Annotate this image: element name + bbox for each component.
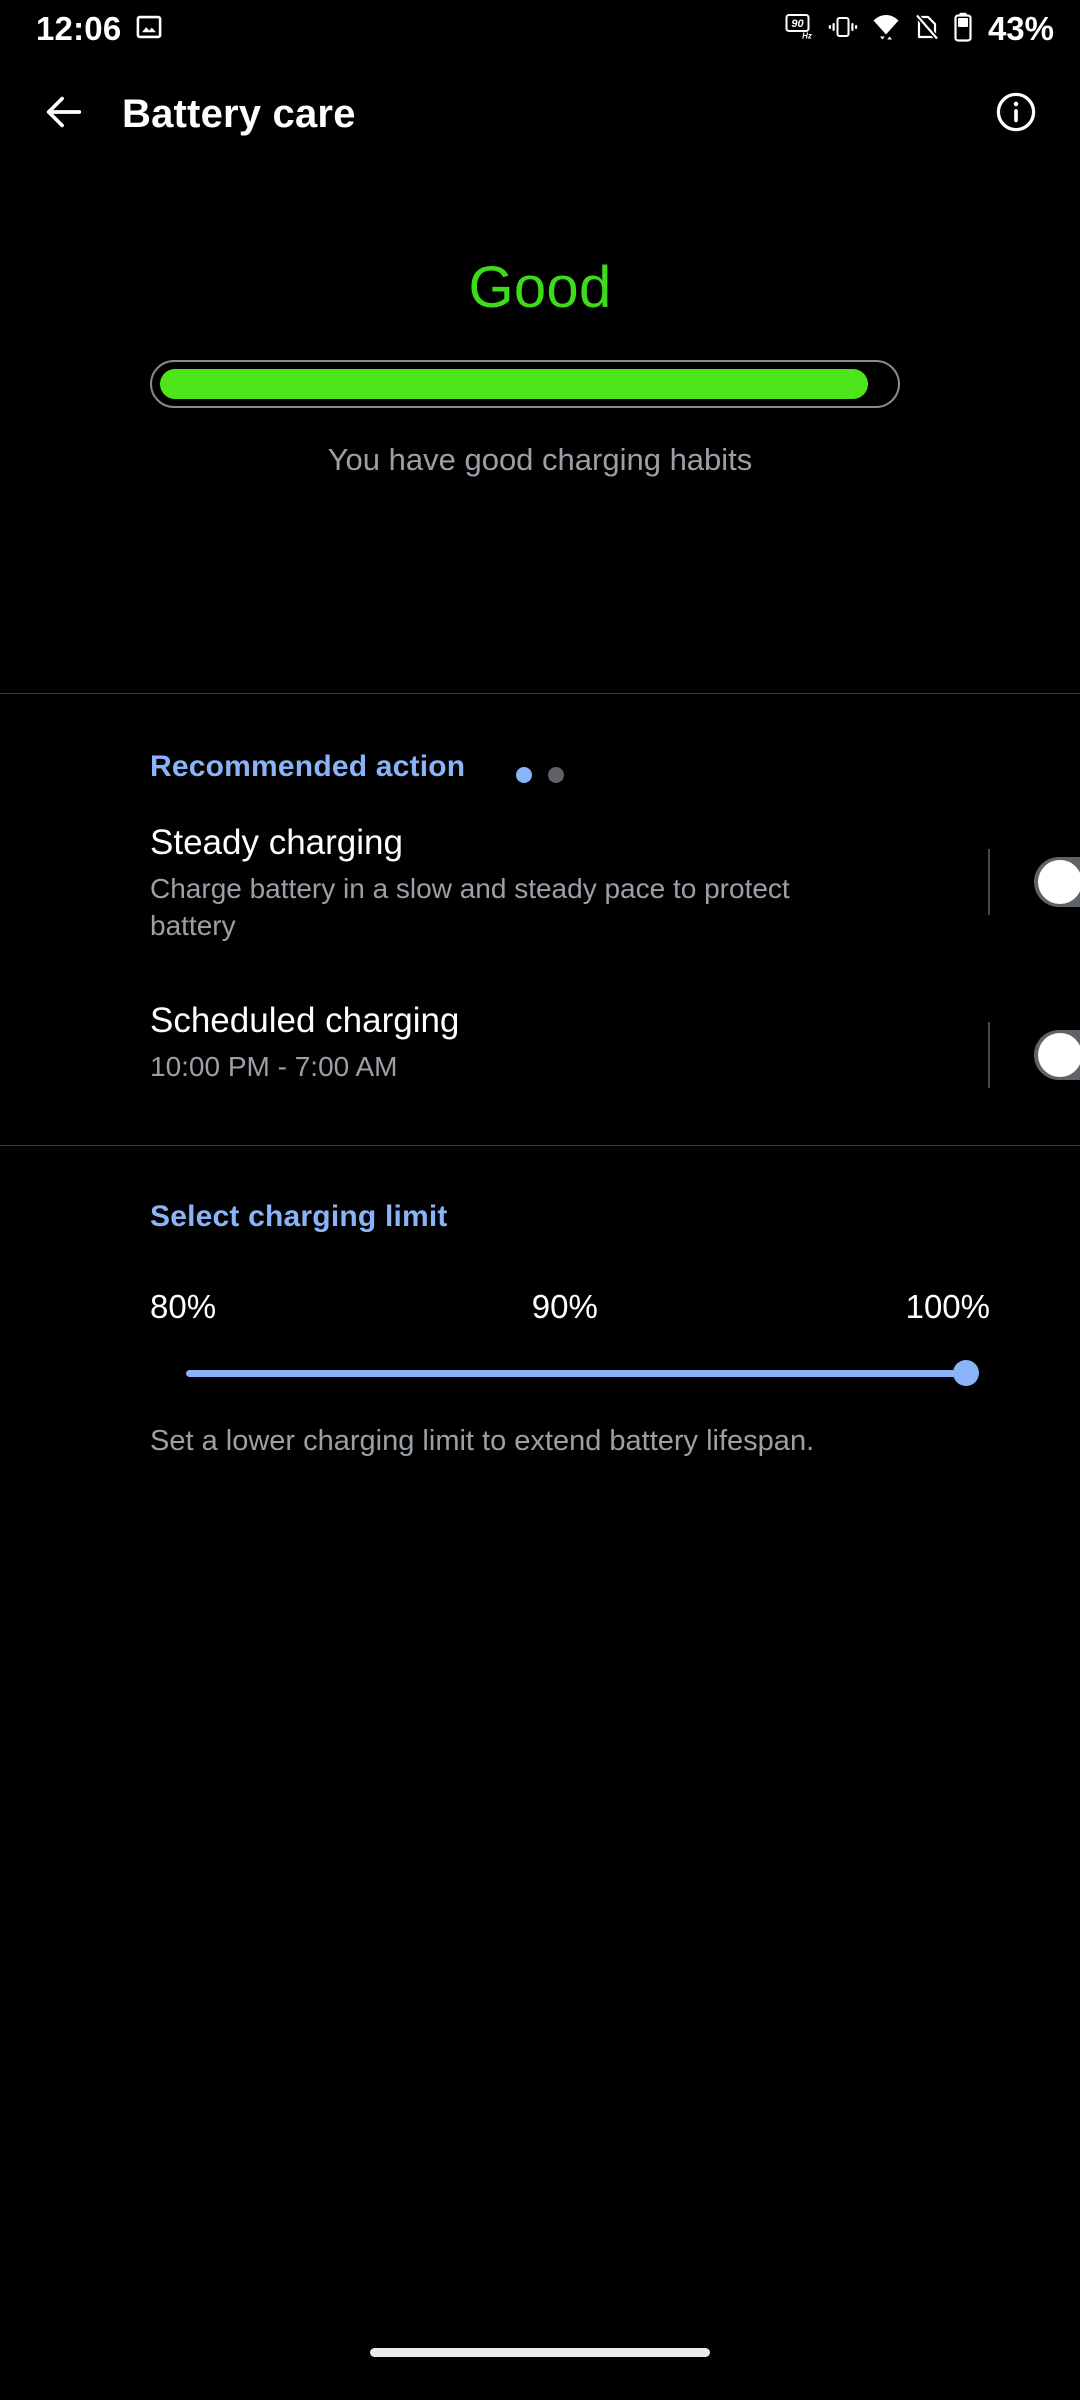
navigation-bar <box>0 2316 1080 2400</box>
charging-limit-slider[interactable] <box>150 1360 990 1386</box>
row-steady-charging[interactable]: Steady charging Charge battery in a slow… <box>150 822 1080 945</box>
slider-thumb[interactable] <box>953 1360 979 1386</box>
row-steady-charging-control <box>988 822 1080 942</box>
back-button[interactable] <box>24 74 104 154</box>
row-scheduled-charging-texts: Scheduled charging 10:00 PM - 7:00 AM <box>150 1000 850 1086</box>
row-steady-charging-title: Steady charging <box>150 823 403 862</box>
tick-label-80: 80% <box>150 1288 217 1325</box>
battery-health-status: Good <box>468 255 612 320</box>
page-title: Battery care <box>122 91 356 136</box>
battery-icon <box>953 12 973 47</box>
row-scheduled-charging-control <box>988 1000 1080 1110</box>
section-divider-bottom <box>0 1145 1080 1146</box>
charging-limit-tick-labels: 80% 90% 100% <box>150 1288 990 1326</box>
row-scheduled-charging[interactable]: Scheduled charging 10:00 PM - 7:00 AM <box>150 1000 1080 1110</box>
battery-health-progress-fill <box>160 369 869 399</box>
row-scheduled-charging-title: Scheduled charging <box>150 1001 460 1040</box>
status-bar-left: 12:06 <box>36 10 163 48</box>
pager-dot-2[interactable] <box>548 767 564 783</box>
battery-health-card[interactable]: Good You have good charging habits <box>0 170 1080 783</box>
status-bar-right: 90 Hz 43% <box>785 10 1054 48</box>
row-steady-charging-texts: Steady charging Charge battery in a slow… <box>150 822 850 945</box>
vertical-divider <box>988 849 990 915</box>
toggle-knob <box>1038 860 1080 904</box>
charging-limit-heading: Select charging limit <box>150 1200 448 1233</box>
refresh-rate-90hz-icon: 90 Hz <box>785 13 815 46</box>
row-scheduled-charging-subtitle: 10:00 PM - 7:00 AM <box>150 1051 398 1083</box>
scheduled-charging-toggle[interactable] <box>1034 1030 1080 1080</box>
tick-label-100: 100% <box>905 1288 990 1325</box>
pager-dot-1[interactable] <box>516 767 532 783</box>
svg-text:Hz: Hz <box>802 31 812 40</box>
recommended-action-heading: Recommended action <box>150 750 466 783</box>
steady-charging-toggle[interactable] <box>1034 857 1080 907</box>
slider-track[interactable] <box>186 1370 966 1377</box>
toggle-knob <box>1038 1033 1080 1077</box>
screenshot-image-icon <box>135 13 163 46</box>
charging-limit-note: Set a lower charging limit to extend bat… <box>150 1425 815 1457</box>
battery-care-screen: 12:06 90 Hz 43% Battery care Good You ha… <box>0 0 1080 2400</box>
battery-percent-label: 43% <box>987 10 1054 47</box>
home-indicator[interactable] <box>370 2347 710 2357</box>
status-bar-clock: 12:06 <box>36 10 122 47</box>
section-divider-top <box>0 693 1080 694</box>
no-sim-icon <box>914 13 940 46</box>
row-steady-charging-subtitle: Charge battery in a slow and steady pace… <box>150 873 790 942</box>
charging-limit-slider-group: 80% 90% 100% <box>150 1288 990 1386</box>
wifi-icon <box>871 13 901 46</box>
tick-label-90: 90% <box>531 1288 598 1325</box>
battery-health-subtitle: You have good charging habits <box>327 442 753 477</box>
vertical-divider <box>988 1022 990 1088</box>
info-icon <box>994 90 1038 139</box>
info-button[interactable] <box>978 76 1054 152</box>
vibrate-icon <box>828 13 858 46</box>
back-arrow-icon <box>41 89 87 140</box>
app-bar: Battery care <box>0 58 1080 170</box>
battery-health-progress-bar <box>150 360 900 408</box>
svg-text:90: 90 <box>791 18 804 30</box>
status-bar: 12:06 90 Hz 43% <box>0 0 1080 58</box>
